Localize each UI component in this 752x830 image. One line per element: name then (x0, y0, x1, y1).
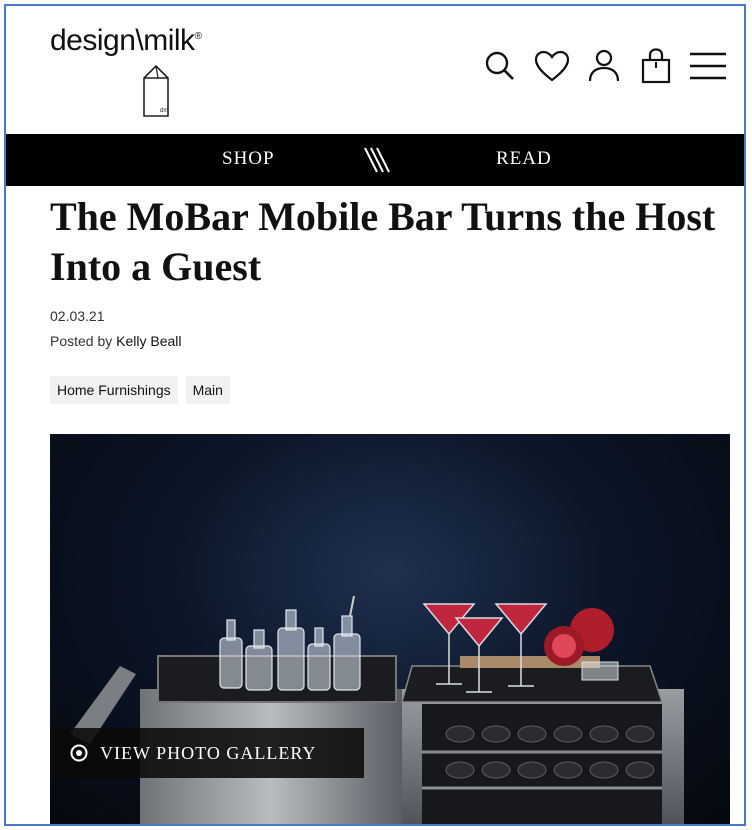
tag-main[interactable]: Main (185, 376, 230, 404)
carton-mark: dm (160, 108, 168, 114)
logo-wordmark: design\milk (50, 24, 195, 57)
search-icon[interactable] (480, 46, 520, 86)
article-title: The MoBar Mobile Bar Turns the Host Into… (50, 194, 716, 289)
article-date: 02.03.21 (50, 308, 105, 324)
byline-prefix: Posted by (50, 333, 117, 349)
heart-icon[interactable] (532, 46, 572, 86)
triple-slash-icon (364, 147, 390, 173)
nav-shop-link[interactable]: SHOP (222, 148, 275, 170)
gallery-button-label: VIEW PHOTO GALLERY (100, 742, 317, 763)
user-icon[interactable] (584, 46, 624, 86)
hamburger-menu-icon[interactable] (688, 46, 728, 86)
hero-image[interactable]: VIEW PHOTO GALLERY (50, 434, 730, 824)
logo-registered-mark: ® (194, 31, 202, 42)
author-link[interactable]: Kelly Beall (116, 333, 181, 349)
nav-read-link[interactable]: READ (496, 148, 552, 170)
header-icons (480, 46, 728, 86)
target-circle-icon (70, 744, 88, 762)
tag-home-furnishings[interactable]: Home Furnishings (50, 376, 178, 404)
article-byline: Posted by Kelly Beall (50, 333, 182, 349)
shopping-bag-icon[interactable] (636, 46, 676, 86)
view-photo-gallery-button[interactable]: VIEW PHOTO GALLERY (50, 728, 364, 778)
site-header: design\milk® dm (6, 6, 744, 130)
section-nav: SHOP READ (6, 134, 744, 186)
milk-carton-icon: dm (143, 64, 169, 117)
site-logo[interactable]: design\milk® dm (50, 18, 250, 118)
page-frame: design\milk® dm SHOP READ The MoBar Mobi… (4, 4, 746, 826)
tag-list: Home Furnishings Main (50, 376, 230, 404)
